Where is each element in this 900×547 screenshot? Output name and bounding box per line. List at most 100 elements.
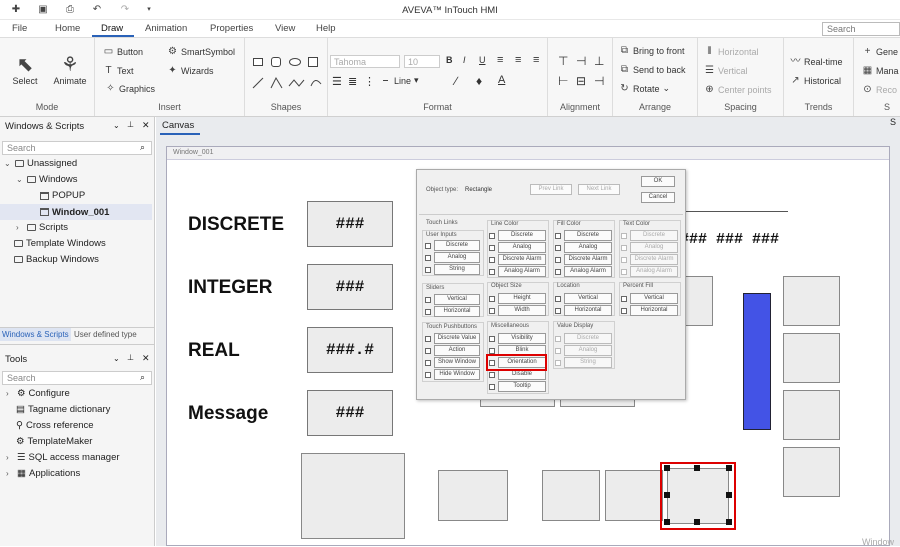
discrete-value-checkbox[interactable] [425,336,431,342]
animate-button[interactable]: ⚘ Animate [50,54,90,86]
value-box-discrete[interactable]: ### [307,201,393,247]
fill-color-analog-alarm-button[interactable]: Analog Alarm [564,266,612,277]
text-color-discrete-alarm-checkbox[interactable] [621,257,627,263]
ellipse-shape-icon[interactable] [289,58,301,66]
align-tops-icon[interactable]: ⊤ [558,54,568,68]
value-display-string-button[interactable]: String [564,357,612,368]
gene-button[interactable]: + Gene [862,46,898,57]
rectangle[interactable] [605,470,663,521]
align-right-icon[interactable]: ≡ [533,54,539,66]
fill-color-discrete-alarm-button[interactable]: Discrete Alarm [564,254,612,265]
menu-animation[interactable]: Animation [145,23,187,34]
vertical-slider-button[interactable]: Vertical [434,294,480,305]
tool-sql-access-manager[interactable]: › ☰ SQL access manager [6,452,120,463]
resize-handle[interactable] [694,519,700,525]
insert-text-button[interactable]: T Text [103,65,133,76]
tool-templatemaker[interactable]: ⚙ TemplateMaker [16,436,92,447]
rectangle[interactable] [542,470,600,521]
tree-windows[interactable]: ⌄ Windows [16,174,78,185]
insert-smartsymbol-button[interactable]: ⚙ SmartSymbol [167,46,235,57]
resize-handle[interactable] [726,519,732,525]
show-window-checkbox[interactable] [425,360,431,366]
chevron-down-icon[interactable]: ⌄ [113,121,120,130]
value-box-real[interactable]: ###.# [307,327,393,373]
fill-color-analog-checkbox[interactable] [555,245,561,251]
fill-bucket-icon[interactable]: ♦ [476,74,482,88]
align-lefts-icon[interactable]: ⊢ [558,74,568,88]
historical-trend-button[interactable]: ↗ Historical [790,75,841,86]
menu-home[interactable]: Home [55,23,80,34]
line-style-icon[interactable]: ☰ [332,75,342,88]
menu-help[interactable]: Help [316,23,336,34]
visibility-checkbox[interactable] [489,336,495,342]
windows-search-input[interactable]: Search [2,141,152,155]
fill-color-discrete-alarm-checkbox[interactable] [555,257,561,263]
line-shapes-icon[interactable] [252,76,324,90]
rectangle[interactable] [783,390,840,440]
align-center-icon[interactable]: ≡ [515,54,521,66]
location-vertical-checkbox[interactable] [555,296,561,302]
tooltip-button[interactable]: Tooltip [498,381,546,392]
line-dropdown[interactable]: ⎯ Line ▾ [380,75,419,86]
discrete-input-button[interactable]: Discrete [434,240,480,251]
tab-user-defined-type[interactable]: User defined type [74,330,137,339]
analog-input-checkbox[interactable] [425,255,431,261]
fill-color-discrete-button[interactable]: Discrete [564,230,612,241]
prev-link-button[interactable]: Prev Link [530,184,572,195]
show-window-button[interactable]: Show Window [434,357,480,368]
vertical-slider-checkbox[interactable] [425,297,431,303]
text-color-discrete-checkbox[interactable] [621,233,627,239]
reco-button[interactable]: ⊙ Reco [862,84,897,95]
value-display-analog-button[interactable]: Analog [564,345,612,356]
cancel-button[interactable]: Cancel [641,192,675,203]
value-box-message[interactable]: ### [307,390,393,436]
line-weight-icon[interactable]: ≣ [348,75,357,88]
fill-color-analog-alarm-checkbox[interactable] [555,269,561,275]
resize-handle[interactable] [664,465,670,471]
insert-button-button[interactable]: ▭ Button [103,46,143,57]
percent-fill-vertical-checkbox[interactable] [621,296,627,302]
value-display-discrete-button[interactable]: Discrete [564,333,612,344]
line-color-analog-button[interactable]: Analog [498,242,546,253]
rectangle-shape-icon[interactable] [253,58,263,66]
tool-configure[interactable]: › ⚙ Configure [6,388,70,399]
selected-rectangle[interactable] [667,468,729,524]
menu-file[interactable]: File [12,23,27,34]
next-link-button[interactable]: Next Link [578,184,620,195]
rectangle[interactable] [783,333,840,383]
line-color-analog-alarm-checkbox[interactable] [489,269,495,275]
text-color-icon[interactable]: A [498,74,505,86]
tree-popup[interactable]: POPUP [40,190,85,201]
width-checkbox[interactable] [489,308,495,314]
text-color-analog-button[interactable]: Analog [630,242,678,253]
image-shape-icon[interactable] [308,57,318,67]
width-button[interactable]: Width [498,305,546,316]
value-display-string-checkbox[interactable] [555,360,561,366]
align-middles-icon[interactable]: ⊣ [576,54,586,68]
text-color-discrete-alarm-button[interactable]: Discrete Alarm [630,254,678,265]
height-button[interactable]: Height [498,293,546,304]
horizontal-slider-button[interactable]: Horizontal [434,306,480,317]
blue-bar[interactable] [743,293,771,430]
line-pattern-icon[interactable]: ⋮ [364,75,375,88]
rectangle[interactable] [783,447,840,497]
horizontal-slider-checkbox[interactable] [425,309,431,315]
string-input-button[interactable]: String [434,264,480,275]
pin-icon[interactable]: ⊥ [127,353,134,362]
bring-to-front-button[interactable]: ⧉ Bring to front [619,45,685,56]
pin-icon[interactable]: ⊥ [127,120,134,129]
resize-handle[interactable] [726,492,732,498]
align-centers-icon[interactable]: ⊟ [576,74,586,88]
tree-unassigned[interactable]: ⌄ Unassigned [4,158,77,169]
align-left-icon[interactable]: ≡ [497,54,503,66]
tree-window-001[interactable]: Window_001 [0,204,152,220]
tooltip-checkbox[interactable] [489,384,495,390]
tool-cross-reference[interactable]: ⚲ Cross reference [16,420,94,431]
insert-graphics-button[interactable]: ✧ Graphics [105,83,155,94]
tool-applications[interactable]: › ▦ Applications [6,468,80,479]
close-icon[interactable]: ✕ [142,353,150,364]
location-horizontal-button[interactable]: Horizontal [564,305,612,316]
analog-input-button[interactable]: Analog [434,252,480,263]
menu-view[interactable]: View [275,23,295,34]
line-color-analog-checkbox[interactable] [489,245,495,251]
